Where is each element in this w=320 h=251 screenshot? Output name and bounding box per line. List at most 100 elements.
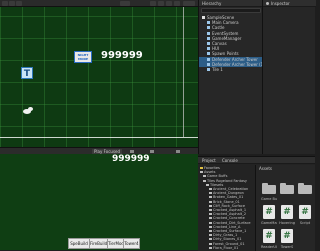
game-view-toolbar: Play Focused: [0, 147, 198, 154]
game-score-text: 999999: [112, 154, 150, 164]
project-tree-item[interactable]: Flora_Floor_01: [198, 246, 256, 250]
game-button-1[interactable]: SpeBuild: [68, 238, 90, 249]
camera-bounds-line: [0, 137, 198, 138]
night-mode-label-line2: MODE: [77, 57, 89, 61]
gameobject-icon: [207, 57, 210, 61]
hierarchy-list: SampleScene Main Camera Castle EventSystem G…: [199, 15, 265, 154]
asset-script[interactable]: # Script: [297, 205, 313, 227]
gameobject-icon: [207, 52, 210, 56]
folder-icon: [209, 200, 212, 203]
asset-label: Hovering: [279, 221, 295, 225]
folder-icon: [203, 179, 206, 182]
folder-icon: [209, 204, 212, 207]
audio-toggle-button[interactable]: [166, 1, 172, 6]
hierarchy-item[interactable]: Tile 1: [199, 67, 263, 72]
folder-icon: [262, 183, 276, 194]
hierarchy-search-input[interactable]: [201, 8, 261, 13]
project-folder-tree: Favorites Assets Game Buffs Tiles Rogeland …: [198, 165, 256, 251]
scene-toolbar: [0, 0, 198, 7]
csharp-script-icon: #: [281, 205, 293, 219]
hand-tool-button[interactable]: [2, 1, 8, 6]
csharp-script-icon: #: [263, 229, 275, 243]
gameobject-icon: [207, 62, 210, 66]
folder-icon: [209, 192, 212, 195]
scene-view[interactable]: NIGHT MODE 999999 T: [0, 7, 198, 147]
asset-folder[interactable]: [297, 181, 313, 203]
folder-icon: [298, 183, 312, 194]
folder-icon: [200, 171, 203, 174]
asset-script[interactable]: # Hovering: [279, 205, 295, 227]
hierarchy-panel: Hierarchy SampleScene Main Camera Castle Ev…: [198, 0, 265, 154]
game-view[interactable]: 999999 SpeBuild FireBuild TierMod Tower4: [0, 154, 198, 250]
gizmos-icon[interactable]: [176, 150, 180, 153]
hierarchy-item-label: Tile 1: [212, 67, 223, 72]
folder-icon: [209, 188, 212, 190]
game-button-4[interactable]: Tower4: [123, 238, 140, 249]
folder-icon: [280, 183, 294, 194]
folder-icon: [209, 213, 212, 216]
camera-bounds-edge: [183, 7, 184, 137]
gameobject-icon: [207, 42, 210, 45]
csharp-script-icon: #: [263, 205, 275, 219]
hierarchy-tab[interactable]: Hierarchy: [202, 1, 221, 6]
csharp-script-icon: #: [281, 229, 293, 243]
view-toggle-button[interactable]: [150, 1, 156, 6]
asset-script[interactable]: # ReaderUI: [261, 229, 277, 251]
folder-icon: [209, 234, 212, 237]
bird-head: [28, 107, 33, 111]
assets-breadcrumb[interactable]: Assets: [259, 166, 272, 171]
asset-label: TowerS: [280, 245, 294, 249]
asset-folder[interactable]: [279, 181, 295, 203]
folder-icon: [209, 246, 212, 249]
asset-folder[interactable]: Game Buff: [261, 181, 277, 203]
game-button-2[interactable]: FireBuild: [89, 238, 108, 249]
info-icon: [266, 2, 269, 5]
folder-icon: [209, 196, 212, 199]
scene-visibility-button[interactable]: [183, 1, 195, 6]
inspector-tabbar: Inspector: [263, 0, 316, 7]
asset-script[interactable]: # GameMan: [261, 205, 277, 227]
asset-label: Script: [299, 221, 311, 225]
gameobject-icon: [207, 68, 210, 71]
gameobject-icon: [207, 47, 210, 51]
asset-label: GameMan: [261, 221, 277, 225]
stats-icon[interactable]: [150, 150, 154, 153]
effects-toggle-button[interactable]: [174, 1, 180, 6]
scene-score-text[interactable]: 999999: [101, 50, 143, 62]
move-tool-button[interactable]: [9, 1, 15, 6]
folder-icon: [209, 217, 212, 220]
asset-label: Game Buff: [261, 197, 277, 201]
folder-icon: [206, 183, 209, 186]
night-mode-sprite[interactable]: NIGHT MODE: [74, 51, 92, 63]
hierarchy-tabbar: Hierarchy: [199, 0, 263, 7]
console-tab[interactable]: Console: [222, 158, 238, 163]
asset-script[interactable]: # TowerS: [279, 229, 295, 251]
folder-icon: [209, 209, 212, 211]
inspector-tab[interactable]: Inspector: [271, 1, 290, 6]
project-tab[interactable]: Project: [202, 158, 216, 163]
folder-icon: [209, 238, 212, 241]
project-tree-label: Flora_Floor_01: [213, 245, 239, 250]
folder-icon: [209, 221, 212, 224]
game-button-3[interactable]: TierMod: [107, 238, 124, 249]
project-asset-grid: Assets Game Buff # GameMan # Hovering # Script…: [256, 165, 315, 251]
scene-icon: [202, 16, 205, 19]
lighting-toggle-button[interactable]: [158, 1, 164, 6]
gameobject-icon: [207, 36, 210, 40]
gameobject-icon: [207, 21, 210, 25]
folder-icon: [209, 230, 212, 232]
asset-label: ReaderUI: [261, 245, 277, 249]
rotate-tool-button[interactable]: [16, 1, 22, 6]
folder-icon: [209, 242, 212, 245]
folder-icon: [209, 225, 212, 228]
bird-sprite[interactable]: [23, 107, 33, 114]
inspector-panel: Inspector: [262, 0, 316, 154]
gameobject-icon: [207, 26, 210, 30]
star-icon: [200, 167, 203, 169]
csharp-script-icon: #: [299, 205, 311, 219]
folder-icon: [203, 175, 206, 178]
gizmos-button[interactable]: [120, 1, 130, 6]
text-gizmo-icon[interactable]: T: [21, 67, 33, 79]
mute-icon[interactable]: [130, 150, 134, 153]
project-tabbar: Project Console: [198, 157, 315, 164]
